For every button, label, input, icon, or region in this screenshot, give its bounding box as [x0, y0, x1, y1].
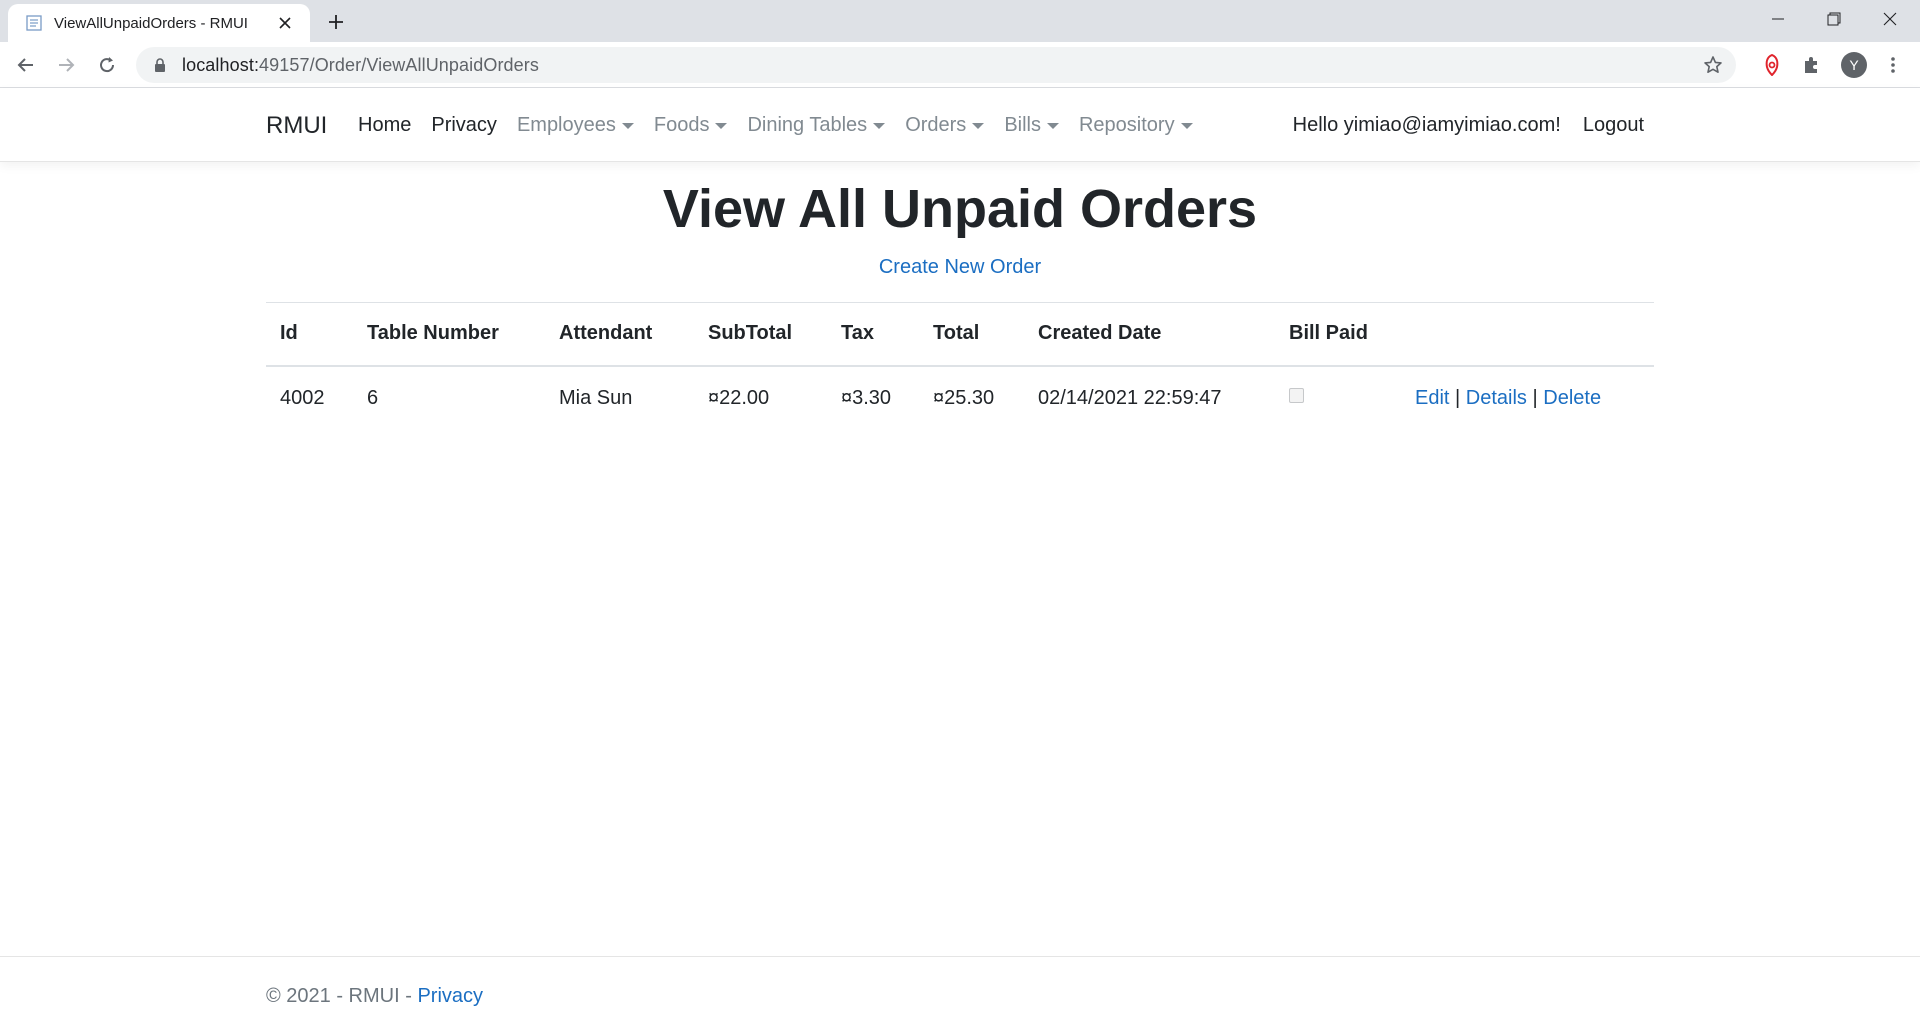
column-header-table-number: Table Number — [353, 302, 545, 367]
cell-subtotal: ¤22.00 — [708, 386, 770, 409]
tab-close-icon[interactable] — [274, 12, 296, 34]
browser-tab[interactable]: ViewAllUnpaidOrders - RMUI — [8, 4, 310, 42]
column-header-total: Total — [919, 302, 1024, 367]
cell-actions: Edit | Details | Delete — [1401, 366, 1654, 430]
caret-down-icon — [1046, 122, 1059, 129]
brand-link[interactable]: RMUI — [266, 112, 327, 140]
lock-icon — [152, 57, 168, 73]
logout-button[interactable]: Logout — [1583, 114, 1644, 137]
bill-paid-checkbox — [1289, 387, 1304, 403]
page-title: View All Unpaid Orders — [662, 179, 1258, 239]
column-header-bill-paid: Bill Paid — [1275, 302, 1401, 367]
nav-orders-dropdown[interactable]: Orders — [905, 114, 985, 137]
close-window-icon[interactable] — [1862, 0, 1918, 38]
nav-employees-dropdown[interactable]: Employees — [517, 114, 634, 137]
nav-dining-tables-dropdown[interactable]: Dining Tables — [747, 114, 886, 137]
column-header-id: Id — [266, 302, 353, 367]
footer-privacy-link[interactable]: Privacy — [417, 985, 483, 1007]
extensions-puzzle-icon[interactable] — [1796, 49, 1828, 81]
page-favicon-icon — [24, 13, 44, 33]
edit-link[interactable]: Edit — [1415, 387, 1449, 409]
caret-down-icon — [972, 122, 985, 129]
address-bar[interactable]: localhost:49157/Order/ViewAllUnpaidOrder… — [136, 47, 1736, 83]
delete-link[interactable]: Delete — [1543, 387, 1601, 409]
reload-icon[interactable] — [91, 49, 123, 81]
nav-bills-dropdown[interactable]: Bills — [1004, 114, 1059, 137]
cell-attendant: Mia Sun — [559, 386, 633, 409]
user-greeting-link[interactable]: Hello yimiao@iamyimiao.com! — [1293, 114, 1561, 137]
back-arrow-icon[interactable] — [10, 49, 42, 81]
cell-tax: ¤3.30 — [841, 386, 892, 409]
browser-menu-icon[interactable] — [1877, 49, 1909, 81]
tab-title: ViewAllUnpaidOrders - RMUI — [54, 14, 248, 32]
column-header-actions — [1401, 302, 1654, 367]
profile-avatar[interactable]: Y — [1838, 49, 1870, 81]
nav-home[interactable]: Home — [358, 114, 411, 137]
cell-bill-paid — [1275, 366, 1401, 430]
column-header-created-date: Created Date — [1024, 302, 1275, 367]
create-new-order-link[interactable]: Create New Order — [0, 256, 1920, 279]
column-header-attendant: Attendant — [545, 302, 694, 367]
table-row: 4002 6 Mia Sun ¤22.00 ¤3.30 ¤25.30 02/14… — [266, 366, 1654, 430]
restore-icon[interactable] — [1806, 0, 1862, 38]
action-separator: | — [1532, 386, 1538, 409]
nav-privacy[interactable]: Privacy — [431, 114, 497, 137]
caret-down-icon — [873, 122, 886, 129]
column-header-tax: Tax — [827, 302, 919, 367]
forward-arrow-icon[interactable] — [50, 49, 82, 81]
caret-down-icon — [621, 122, 634, 129]
cell-created-date: 02/14/2021 22:59:47 — [1038, 386, 1222, 409]
details-link[interactable]: Details — [1466, 387, 1527, 409]
new-tab-icon[interactable] — [322, 8, 350, 36]
action-separator: | — [1455, 386, 1461, 409]
column-header-subtotal: SubTotal — [694, 302, 827, 367]
minimize-icon[interactable] — [1750, 0, 1806, 38]
browser-toolbar: localhost:49157/Order/ViewAllUnpaidOrder… — [0, 42, 1920, 88]
browser-tab-strip: ViewAllUnpaidOrders - RMUI — [0, 0, 1920, 42]
cell-total: ¤25.30 — [933, 386, 995, 409]
caret-down-icon — [1180, 122, 1193, 129]
table-header-row: Id Table Number Attendant SubTotal Tax T… — [266, 302, 1654, 367]
nav-foods-dropdown[interactable]: Foods — [654, 114, 728, 137]
url-text: localhost:49157/Order/ViewAllUnpaidOrder… — [182, 54, 539, 75]
page-footer: © 2021 - RMUI - Privacy — [0, 956, 1920, 1028]
nav-links: Home Privacy Employees Foods Dining Tabl… — [358, 114, 1213, 137]
footer-text: © 2021 - RMUI - Privacy — [266, 985, 484, 1007]
extension-shield-icon[interactable] — [1756, 49, 1788, 81]
site-navbar: RMUI Home Privacy Employees Foods Dining… — [0, 88, 1920, 162]
cell-id: 4002 — [280, 386, 325, 409]
bookmark-star-icon[interactable] — [1702, 54, 1724, 76]
cell-table-number: 6 — [367, 386, 379, 409]
unpaid-orders-table: Id Table Number Attendant SubTotal Tax T… — [266, 302, 1654, 430]
caret-down-icon — [715, 122, 728, 129]
nav-repository-dropdown[interactable]: Repository — [1079, 114, 1193, 137]
nav-user-area: Hello yimiao@iamyimiao.com! Logout — [1293, 114, 1644, 137]
